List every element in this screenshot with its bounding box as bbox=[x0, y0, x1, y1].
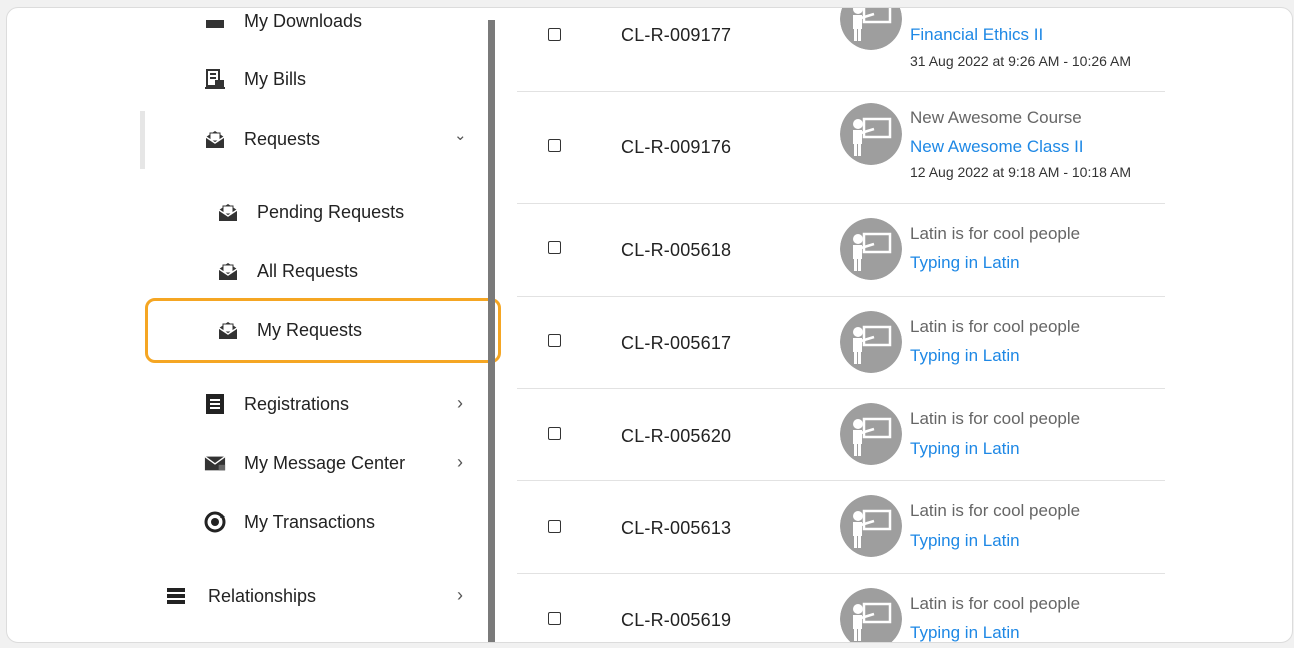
row-checkbox[interactable] bbox=[548, 139, 561, 152]
class-datetime: 31 Aug 2022 at 9:26 AM - 10:26 AM bbox=[910, 53, 1132, 69]
sidebar-item-my-downloads[interactable]: My Downloads bbox=[204, 10, 362, 32]
request-id: CL-R-005620 bbox=[621, 426, 732, 446]
class-avatar-icon bbox=[840, 103, 902, 165]
sidebar-item-my-requests[interactable]: My Requests bbox=[217, 319, 362, 341]
table-row[interactable]: CL-R-005613 Latin is for cool people Typ… bbox=[517, 480, 1165, 574]
course-name: Latin is for cool people bbox=[910, 317, 1081, 336]
chevron-right-icon: › bbox=[457, 452, 463, 472]
sidebar-item-all-requests[interactable]: All Requests bbox=[217, 260, 358, 282]
download-icon bbox=[204, 10, 226, 32]
sidebar-item-label: Pending Requests bbox=[257, 201, 405, 222]
sidebar-item-label: My Transactions bbox=[244, 511, 376, 532]
row-checkbox[interactable] bbox=[548, 612, 561, 625]
screenshot-frame: My Downloads My Bills Requests ⌄ Pending… bbox=[6, 7, 1293, 643]
sidebar-item-label: My Bills bbox=[244, 68, 306, 89]
requests-icon bbox=[217, 319, 239, 341]
course-name: Latin is for cool people bbox=[910, 224, 1081, 243]
row-checkbox[interactable] bbox=[548, 427, 561, 440]
sidebar: My Downloads My Bills Requests ⌄ Pending… bbox=[7, 8, 501, 642]
class-link[interactable]: Typing in Latin bbox=[910, 623, 1020, 642]
table-row[interactable]: CL-R-009177 Financial Ethics II 31 Aug 2… bbox=[517, 8, 1165, 92]
class-avatar-icon bbox=[840, 311, 902, 373]
class-link[interactable]: Typing in Latin bbox=[910, 531, 1020, 551]
request-id: CL-R-005618 bbox=[621, 240, 732, 260]
row-checkbox[interactable] bbox=[548, 334, 561, 347]
table-row[interactable]: CL-R-005619 Latin is for cool people Typ… bbox=[517, 573, 1165, 642]
class-link[interactable]: New Awesome Class II bbox=[910, 137, 1084, 157]
row-checkbox[interactable] bbox=[548, 241, 561, 254]
requests-table: CL-R-009177 Financial Ethics II 31 Aug 2… bbox=[517, 8, 1165, 642]
request-id: CL-R-005617 bbox=[621, 333, 732, 353]
relationships-icon bbox=[165, 585, 187, 607]
sidebar-item-my-message-center[interactable]: My Message Center › bbox=[204, 452, 474, 474]
request-id: CL-R-009176 bbox=[621, 137, 732, 157]
course-name: Latin is for cool people bbox=[910, 501, 1081, 520]
class-link[interactable]: Financial Ethics II bbox=[910, 25, 1043, 45]
transactions-icon bbox=[204, 511, 226, 533]
class-link[interactable]: Typing in Latin bbox=[910, 346, 1020, 366]
active-indicator bbox=[140, 111, 145, 169]
table-row[interactable]: CL-R-005617 Latin is for cool people Typ… bbox=[517, 296, 1165, 389]
class-avatar-icon bbox=[840, 218, 902, 280]
chevron-down-icon: ⌄ bbox=[454, 127, 467, 144]
sidebar-item-label: My Requests bbox=[257, 319, 363, 340]
requests-icon bbox=[217, 260, 239, 282]
row-checkbox[interactable] bbox=[548, 28, 561, 41]
table-row[interactable]: CL-R-009176 New Awesome Course New Aweso… bbox=[517, 91, 1165, 204]
class-link[interactable]: Typing in Latin bbox=[910, 439, 1020, 459]
sidebar-item-label: All Requests bbox=[257, 260, 359, 281]
class-avatar-icon bbox=[840, 403, 902, 465]
class-avatar-icon bbox=[840, 588, 902, 642]
course-name: New Awesome Course bbox=[910, 108, 1082, 127]
mail-icon bbox=[204, 452, 226, 474]
registrations-icon bbox=[204, 393, 226, 415]
table-row[interactable]: CL-R-005618 Latin is for cool people Typ… bbox=[517, 203, 1165, 297]
row-checkbox[interactable] bbox=[548, 520, 561, 533]
request-id: CL-R-009177 bbox=[621, 25, 732, 45]
sidebar-item-pending-requests[interactable]: Pending Requests bbox=[217, 201, 404, 223]
class-link[interactable]: Typing in Latin bbox=[910, 253, 1020, 273]
class-avatar-icon bbox=[840, 8, 902, 50]
sidebar-item-relationships[interactable]: Relationships › bbox=[165, 585, 474, 607]
course-name: Latin is for cool people bbox=[910, 409, 1081, 428]
chevron-right-icon: › bbox=[457, 393, 463, 413]
class-datetime: 12 Aug 2022 at 9:18 AM - 10:18 AM bbox=[910, 164, 1132, 180]
request-id: CL-R-005619 bbox=[621, 610, 732, 630]
requests-icon bbox=[217, 201, 239, 223]
sidebar-item-requests[interactable]: Requests ⌄ bbox=[204, 127, 474, 150]
sidebar-item-label: Requests bbox=[244, 128, 321, 149]
sidebar-item-label: Relationships bbox=[208, 585, 317, 606]
sidebar-item-registrations[interactable]: Registrations › bbox=[204, 393, 474, 415]
chevron-right-icon: › bbox=[457, 585, 463, 605]
sidebar-item-my-transactions[interactable]: My Transactions bbox=[204, 511, 375, 533]
bill-icon bbox=[204, 68, 226, 90]
table-row[interactable]: CL-R-005620 Latin is for cool people Typ… bbox=[517, 388, 1165, 481]
requests-icon bbox=[204, 128, 226, 150]
course-name: Latin is for cool people bbox=[910, 594, 1081, 613]
scrollbar-divider[interactable] bbox=[488, 20, 495, 642]
sidebar-item-label: My Message Center bbox=[244, 452, 406, 473]
class-avatar-icon bbox=[840, 495, 902, 557]
sidebar-item-my-bills[interactable]: My Bills bbox=[204, 68, 306, 90]
sidebar-item-label: My Downloads bbox=[244, 10, 363, 31]
sidebar-item-label: Registrations bbox=[244, 393, 350, 414]
request-id: CL-R-005613 bbox=[621, 518, 732, 538]
